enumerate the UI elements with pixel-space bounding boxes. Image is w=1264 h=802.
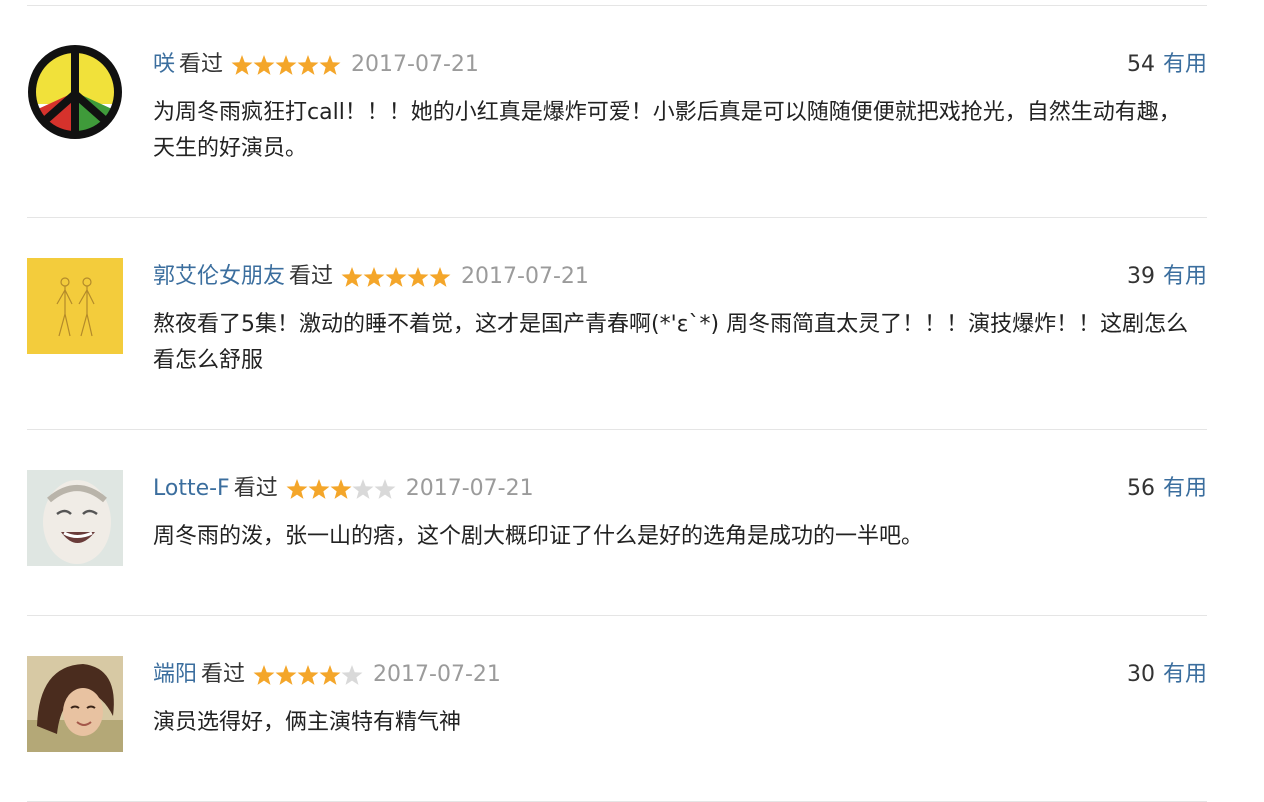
useful-button[interactable]: 有用 — [1163, 662, 1207, 687]
comment-date: 2017-07-21 — [405, 476, 534, 501]
two-figures-yellow-icon[interactable] — [27, 258, 123, 354]
vote-area: 54 有用 — [1127, 50, 1207, 80]
star-filled-icon — [429, 267, 451, 287]
author-link[interactable]: 端阳 — [153, 662, 197, 687]
star-empty-icon — [341, 665, 363, 685]
comment-date: 2017-07-21 — [373, 662, 501, 687]
comment-header: 咲看过 2017-07-21 54 有用 — [153, 50, 1207, 80]
star-filled-icon — [341, 267, 363, 287]
comment-item: 端阳 看过 2017-07-21 30 有用 演员选得好，俩主演特有精气神 — [27, 616, 1207, 802]
vote-count: 39 — [1126, 264, 1155, 289]
vote-count: 30 — [1126, 662, 1155, 687]
comment-header: 郭艾伦女朋友 看过 2017-07-21 39 有用 — [153, 262, 1207, 292]
laughing-face-icon[interactable] — [27, 470, 123, 566]
star-filled-icon — [385, 267, 407, 287]
comment-item: 郭艾伦女朋友 看过 2017-07-21 39 有用 熬夜看了5集！激动的睡不着觉，这… — [27, 218, 1207, 430]
author-link[interactable]: Lotte-F — [153, 476, 230, 501]
vote-count: 56 — [1126, 476, 1155, 501]
watched-status: 看过 — [201, 662, 246, 687]
star-filled-icon — [253, 665, 275, 685]
vote-area: 30 有用 — [1127, 660, 1207, 690]
star-filled-icon — [275, 665, 297, 685]
vote-count: 54 — [1126, 52, 1155, 77]
comment-list: 咲看过 2017-07-21 54 有用 为周冬雨疯狂打call！！！她的小红真是爆… — [0, 0, 1264, 802]
comment-date: 2017-07-21 — [351, 52, 479, 77]
useful-button[interactable]: 有用 — [1163, 52, 1207, 77]
star-filled-icon — [330, 479, 352, 499]
star-filled-icon — [308, 479, 330, 499]
star-filled-icon — [297, 665, 319, 685]
star-empty-icon — [352, 479, 374, 499]
watched-status: 看过 — [233, 476, 278, 501]
comment-text: 周冬雨的泼，张一山的痞，这个剧大概印证了什么是好的选角是成功的一半吧。 — [153, 524, 924, 549]
star-filled-icon — [319, 55, 341, 75]
comment-item: 咲看过 2017-07-21 54 有用 为周冬雨疯狂打call！！！她的小红真是爆… — [27, 6, 1207, 218]
useful-button[interactable]: 有用 — [1163, 264, 1207, 289]
comment-text: 为周冬雨疯狂打call！！！她的小红真是爆炸可爱！小影后真是可以随随便便就把戏抢… — [153, 100, 1181, 161]
comment-text: 熬夜看了5集！激动的睡不着觉，这才是国产青春啊(*'ε`*) 周冬雨简直太灵了！… — [153, 312, 1189, 373]
vote-area: 56 有用 — [1127, 474, 1207, 504]
watched-status: 看过 — [179, 52, 224, 77]
star-filled-icon — [363, 267, 385, 287]
star-filled-icon — [407, 267, 429, 287]
comment-text: 演员选得好，俩主演特有精气神 — [153, 710, 462, 735]
peace-sign-icon[interactable] — [27, 44, 123, 140]
comment-date: 2017-07-21 — [461, 264, 589, 289]
watched-status: 看过 — [289, 264, 334, 289]
star-filled-icon — [286, 479, 308, 499]
star-filled-icon — [297, 55, 319, 75]
author-link[interactable]: 咲 — [153, 52, 175, 77]
rating-stars — [341, 262, 451, 292]
useful-button[interactable]: 有用 — [1163, 476, 1207, 501]
comment-header: 端阳 看过 2017-07-21 30 有用 — [153, 660, 1207, 690]
vote-area: 39 有用 — [1127, 262, 1207, 292]
star-filled-icon — [319, 665, 341, 685]
star-empty-icon — [374, 479, 396, 499]
rating-stars — [231, 50, 341, 80]
star-filled-icon — [231, 55, 253, 75]
rating-stars — [286, 474, 396, 504]
author-link[interactable]: 郭艾伦女朋友 — [153, 264, 285, 289]
comment-header: Lotte-F 看过 2017-07-21 56 有用 — [153, 474, 1207, 504]
star-filled-icon — [275, 55, 297, 75]
rating-stars — [253, 660, 363, 690]
girl-portrait-icon[interactable] — [27, 656, 123, 752]
star-filled-icon — [253, 55, 275, 75]
comment-item: Lotte-F 看过 2017-07-21 56 有用 周冬雨的泼，张一山的痞，这个剧… — [27, 430, 1207, 616]
